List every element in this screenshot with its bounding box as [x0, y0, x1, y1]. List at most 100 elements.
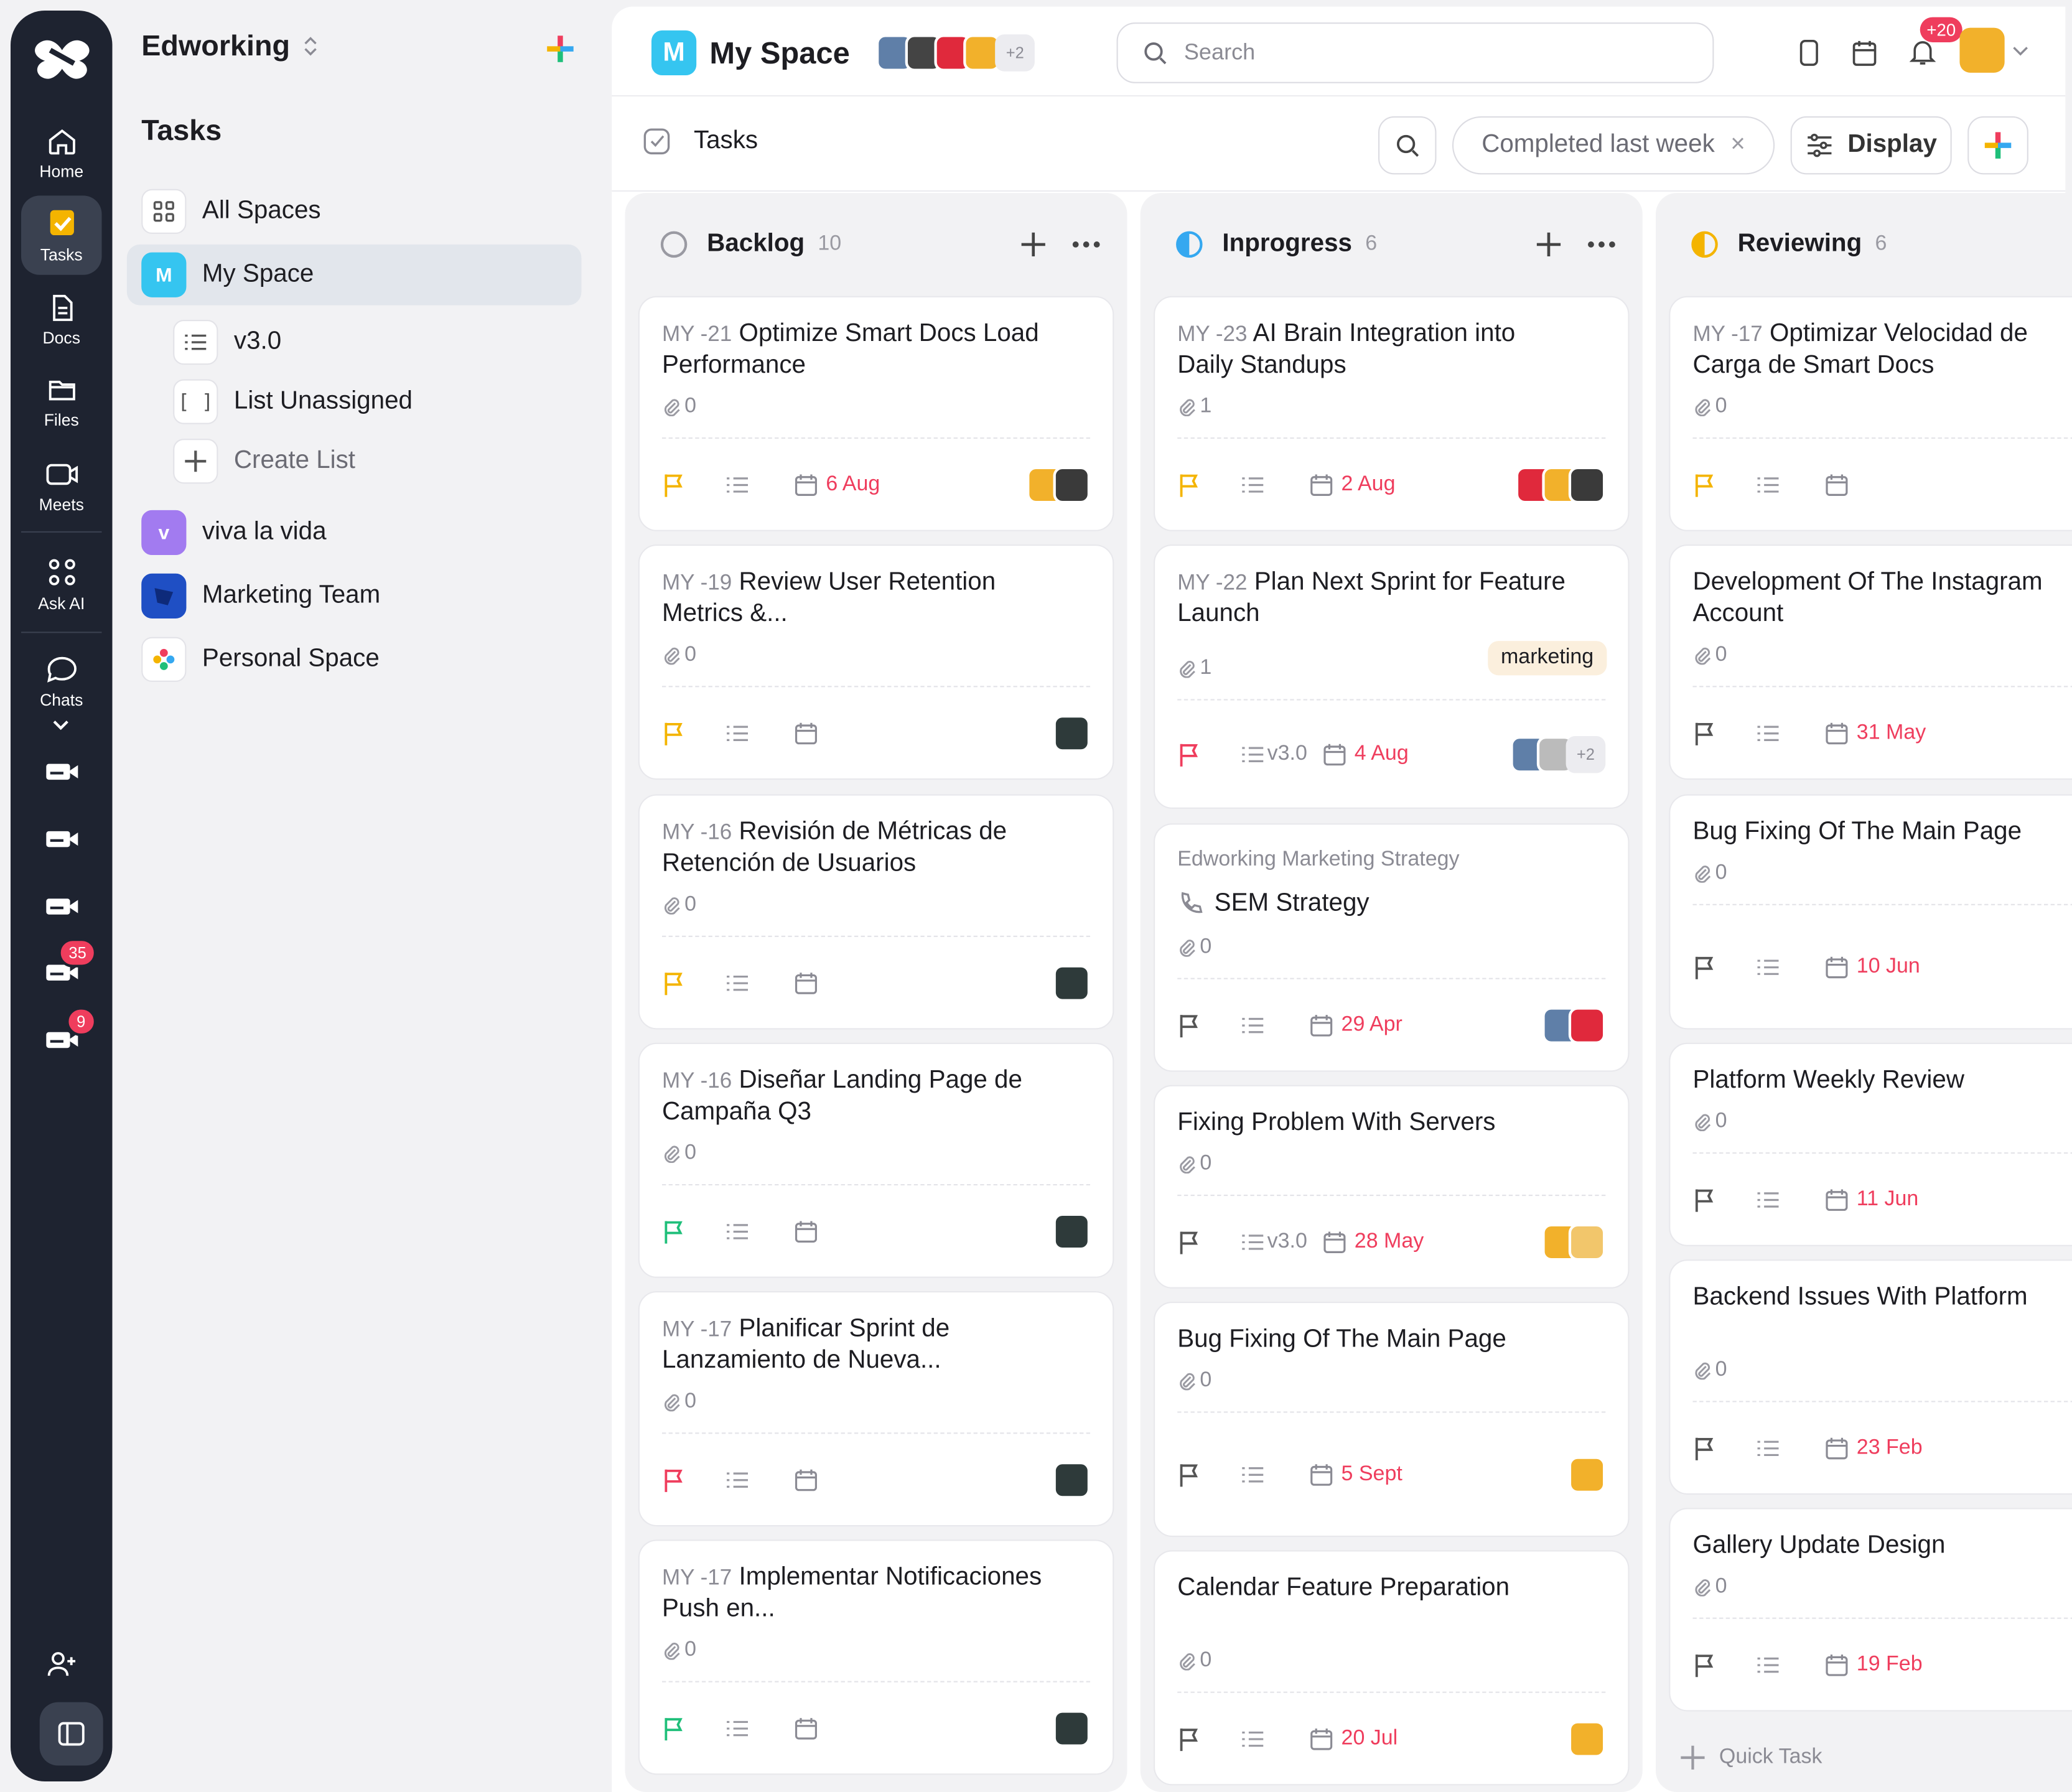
due-date[interactable]: 28 May [1323, 1230, 1424, 1254]
list-icon[interactable] [1756, 1656, 1824, 1674]
assignees[interactable] [1568, 1456, 1606, 1494]
rail-docs[interactable]: Docs [21, 280, 102, 359]
list-icon[interactable] [1756, 1439, 1824, 1458]
due-date[interactable]: 31 May [1825, 722, 1926, 745]
priority-flag-icon[interactable] [662, 1467, 726, 1493]
search-input[interactable]: Search [1116, 22, 1714, 83]
priority-flag-icon[interactable] [1692, 1652, 1756, 1678]
due-date[interactable] [794, 971, 826, 995]
video-room-icon[interactable] [45, 758, 79, 785]
priority-flag-icon[interactable] [1177, 1012, 1241, 1038]
member-avatars[interactable]: +2 [876, 34, 1035, 72]
task-card[interactable]: Platform Weekly Review 0 11 Jun [1669, 1042, 2072, 1246]
task-card[interactable]: MY -17 Planificar Sprint de Lanzamiento … [638, 1291, 1114, 1527]
priority-flag-icon[interactable] [1692, 954, 1756, 980]
add-user-icon[interactable] [46, 1650, 78, 1679]
assignees[interactable] [1053, 1213, 1091, 1251]
quick-task-button[interactable]: Quick Task [1679, 1745, 1822, 1771]
assignees[interactable] [1053, 1710, 1091, 1747]
assignees[interactable] [1542, 1007, 1606, 1044]
rail-meets[interactable]: Meets [21, 447, 102, 526]
due-date[interactable]: 11 Jun [1825, 1188, 1918, 1211]
priority-flag-icon[interactable] [662, 1218, 726, 1244]
list-icon[interactable] [726, 1223, 794, 1241]
task-card[interactable]: Development Of The Instagram Account 0 31… [1669, 544, 2072, 780]
assignees[interactable] [1053, 964, 1091, 1002]
space-title[interactable]: M My Space +2 [651, 30, 1035, 76]
sidebar-item-viva-la-vida[interactable]: v viva la vida [141, 502, 327, 563]
task-card[interactable]: MY -17 Implementar Notificaciones Push e… [638, 1539, 1114, 1775]
list-icon[interactable] [1241, 1016, 1309, 1035]
rail-ask-ai[interactable]: Ask AI [21, 544, 102, 623]
priority-flag-icon[interactable] [662, 970, 726, 996]
task-card[interactable]: MY -19 Review User Retention Metrics &..… [638, 544, 1114, 780]
task-card[interactable]: MY -22 Plan Next Sprint for Feature Laun… [1153, 544, 1630, 809]
task-card[interactable]: Fixing Problem With Servers 0 v3.0 28 May [1153, 1085, 1630, 1289]
due-date[interactable]: 2 Aug [1310, 473, 1395, 497]
priority-flag-icon[interactable] [1177, 1726, 1241, 1752]
task-card[interactable]: MY -21 Optimize Smart Docs Load Performa… [638, 296, 1114, 531]
toggle-sidebar-button[interactable] [39, 1702, 103, 1766]
priority-flag-icon[interactable] [1177, 1229, 1241, 1255]
list-icon[interactable] [1756, 1191, 1824, 1210]
list-icon[interactable] [1756, 958, 1824, 977]
rail-tasks[interactable]: Tasks [21, 195, 102, 275]
list-icon[interactable] [1241, 1730, 1309, 1748]
task-card[interactable]: Gallery Update Design 0 19 Feb [1669, 1508, 2072, 1712]
user-avatar[interactable] [1959, 27, 2005, 73]
priority-flag-icon[interactable] [1177, 1462, 1241, 1488]
display-button[interactable]: Display [1790, 116, 1952, 175]
priority-flag-icon[interactable] [1692, 1187, 1756, 1213]
due-date[interactable] [794, 1220, 826, 1243]
assignees[interactable] [1053, 1462, 1091, 1499]
sidebar-item-v3[interactable]: v3.0 [173, 312, 281, 373]
calendar-icon[interactable] [1851, 39, 1877, 68]
chevron-down-icon[interactable] [52, 719, 70, 732]
task-card[interactable]: Edworking Marketing Strategy SEM Strategy… [1153, 823, 1630, 1072]
due-date[interactable] [794, 722, 826, 745]
priority-flag-icon[interactable] [1692, 472, 1756, 498]
list-icon[interactable] [1756, 476, 1824, 495]
sidebar-item-all-spaces[interactable]: All Spaces [141, 181, 321, 242]
sidebar-item-personal-space[interactable]: Personal Space [141, 629, 380, 690]
sidebar-item-marketing-team[interactable]: Marketing Team [141, 566, 380, 627]
task-card[interactable]: Bug Fixing Of The Main Page 0 10 Jun [1669, 794, 2072, 1030]
priority-flag-icon[interactable] [1177, 472, 1241, 498]
due-date[interactable] [1825, 473, 1857, 497]
sidebar-item-my-space[interactable]: M My Space [126, 244, 582, 306]
assignees[interactable] [1568, 1720, 1606, 1758]
due-date[interactable]: 10 Jun [1825, 956, 1920, 979]
list-icon[interactable] [726, 1471, 794, 1490]
rail-home[interactable]: Home [21, 114, 102, 193]
list-icon[interactable] [726, 974, 794, 992]
priority-flag-icon[interactable] [662, 1715, 726, 1742]
assignees[interactable] [1515, 466, 1606, 504]
add-space-button[interactable] [546, 34, 575, 63]
priority-flag-icon[interactable] [1177, 742, 1241, 768]
close-icon[interactable]: × [1730, 131, 1745, 160]
assignees[interactable] [1542, 1223, 1606, 1261]
list-icon[interactable]: v3.0 [1241, 1230, 1323, 1254]
priority-flag-icon[interactable] [662, 721, 726, 747]
add-card-icon[interactable] [1534, 230, 1564, 259]
list-icon[interactable]: v3.0 [1241, 743, 1323, 767]
add-task-button[interactable] [1967, 116, 2028, 175]
mobile-icon[interactable] [1798, 39, 1819, 68]
due-date[interactable]: 5 Sept [1310, 1463, 1402, 1486]
priority-flag-icon[interactable] [1692, 721, 1756, 747]
due-date[interactable] [794, 1468, 826, 1492]
assignees[interactable] [1027, 466, 1091, 504]
due-date[interactable]: 6 Aug [794, 473, 880, 497]
more-options-icon[interactable] [1587, 241, 1617, 249]
assignees[interactable] [1053, 715, 1091, 752]
rail-files[interactable]: Files [21, 362, 102, 441]
create-list-button[interactable]: Create List [173, 431, 355, 492]
task-card[interactable]: Backend Issues With Platform 0 23 Feb [1669, 1259, 2072, 1495]
task-card[interactable]: MY -16 Diseñar Landing Page de Campaña Q… [638, 1042, 1114, 1278]
rail-chats[interactable]: Chats [21, 642, 102, 721]
task-card[interactable]: MY -16 Revisión de Métricas de Retención… [638, 794, 1114, 1030]
video-room-icon[interactable] [45, 826, 79, 852]
priority-flag-icon[interactable] [662, 472, 726, 498]
due-date[interactable]: 19 Feb [1825, 1653, 1923, 1677]
video-room-icon[interactable] [45, 894, 79, 920]
